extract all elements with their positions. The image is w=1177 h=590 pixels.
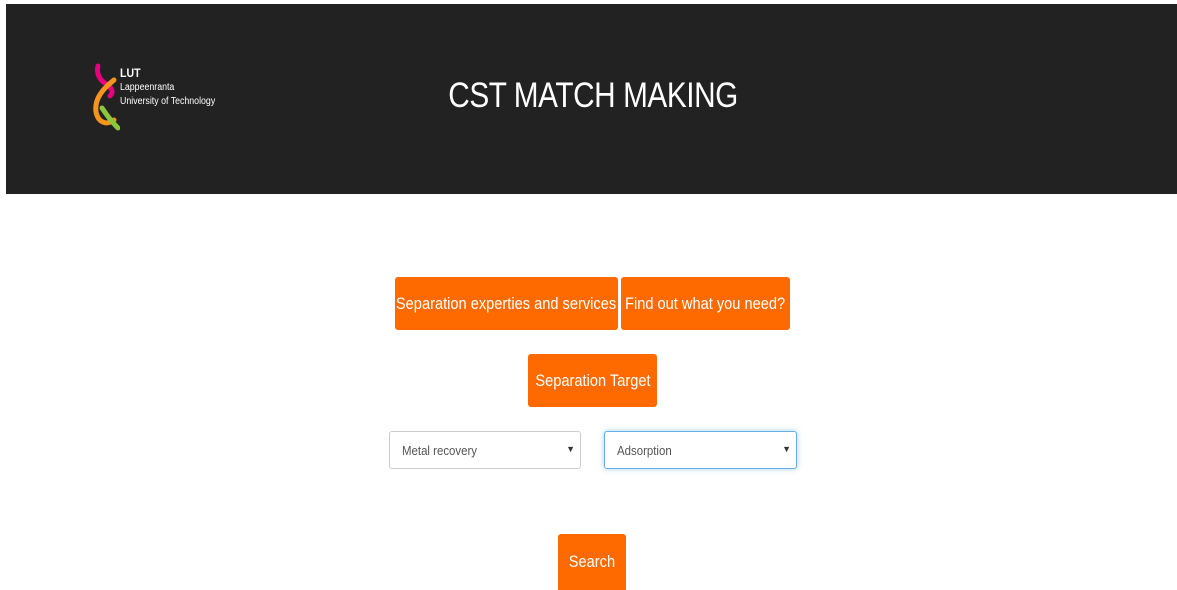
target-select-value: Metal recovery bbox=[402, 442, 478, 458]
chevron-down-icon: ▼ bbox=[566, 444, 575, 454]
chevron-down-icon: ▼ bbox=[782, 444, 791, 454]
method-select[interactable]: Adsorption ▼ bbox=[604, 431, 797, 469]
search-button[interactable]: Search bbox=[558, 534, 626, 590]
find-out-button[interactable]: Find out what you need? bbox=[621, 277, 790, 330]
search-label: Search bbox=[568, 552, 616, 571]
separation-target-button[interactable]: Separation Target bbox=[528, 354, 657, 407]
method-select-value: Adsorption bbox=[617, 442, 672, 458]
separation-experties-button[interactable]: Separation experties and services bbox=[395, 277, 618, 330]
site-header: LUT Lappeenranta University of Technolog… bbox=[6, 4, 1177, 194]
separation-target-label: Separation Target bbox=[534, 370, 651, 390]
find-out-label: Find out what you need? bbox=[625, 293, 786, 313]
target-select[interactable]: Metal recovery ▼ bbox=[389, 431, 581, 469]
separation-experties-label: Separation experties and services bbox=[396, 293, 617, 313]
page-title: CST MATCH MAKING bbox=[448, 76, 738, 115]
